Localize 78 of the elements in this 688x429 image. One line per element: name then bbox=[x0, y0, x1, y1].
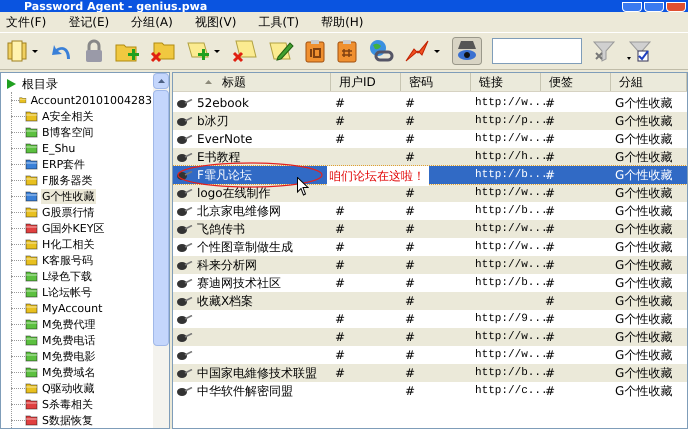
table-cell-text: # bbox=[405, 311, 416, 328]
table-cell-text: G个性收藏 bbox=[615, 347, 672, 364]
table-cell-text: # bbox=[405, 365, 416, 382]
table-cell-text: # bbox=[405, 203, 416, 220]
table-cell-text: # bbox=[405, 329, 416, 346]
table-cell-text: # bbox=[545, 239, 556, 256]
table-cell-text: # bbox=[545, 311, 556, 328]
table-cell-text: # bbox=[405, 95, 416, 112]
table-cell-text: G个性收藏 bbox=[615, 257, 672, 274]
table-cell-text: # bbox=[545, 347, 556, 364]
table-cell-text: # bbox=[335, 95, 346, 112]
table-cell-text: # bbox=[335, 275, 346, 292]
table-cell-text: # bbox=[545, 275, 556, 292]
table-cell-text: EverNote bbox=[197, 131, 252, 148]
table-cell-text: 中华软件解密同盟 bbox=[197, 383, 293, 400]
table-cell-text: # bbox=[335, 257, 346, 274]
table-cell-text: # bbox=[405, 131, 416, 148]
table-cell-text: G个性收藏 bbox=[615, 95, 672, 112]
table-cell-text: 52ebook bbox=[197, 95, 249, 112]
table-cell-text: G个性收藏 bbox=[615, 221, 672, 238]
table-cell-text: G个性收藏 bbox=[615, 383, 672, 400]
table-cell-text: 个性图章制做生成 bbox=[197, 239, 293, 256]
table-cell-text: 收藏X档案 bbox=[197, 293, 254, 310]
table-cell-text: # bbox=[545, 257, 556, 274]
table-cell-text: G个性收藏 bbox=[615, 275, 672, 292]
table-cell-text: G个性收藏 bbox=[615, 167, 672, 184]
table-cell-text: # bbox=[405, 221, 416, 238]
table-cell-text: # bbox=[335, 131, 346, 148]
annotation-callout: 咱们论坛在这啦！ bbox=[327, 166, 429, 186]
table-cell-text: E书教程 bbox=[197, 149, 241, 166]
table-cell-text: 赛迪网技术社区 bbox=[197, 275, 281, 292]
table-cell-text: 中国家电維修技术联盟 bbox=[197, 365, 317, 382]
table-cell-text: # bbox=[335, 365, 346, 382]
table-cell-text: # bbox=[545, 113, 556, 130]
table-cell-text: # bbox=[545, 203, 556, 220]
table-cell-text: # bbox=[405, 293, 416, 310]
table-cell-text: # bbox=[545, 329, 556, 346]
table-cell-text: # bbox=[405, 113, 416, 130]
table-cell-text: # bbox=[405, 275, 416, 292]
table-cell-text: # bbox=[335, 347, 346, 364]
table-cell-text: # bbox=[405, 239, 416, 256]
table-cell-text: # bbox=[405, 383, 416, 400]
table-cell-text: G个性收藏 bbox=[615, 131, 672, 148]
table-cell-text: # bbox=[545, 131, 556, 148]
table-cell-text: # bbox=[405, 257, 416, 274]
table-cell-text: G个性收藏 bbox=[615, 203, 672, 220]
table-cell-text: 科来分析网 bbox=[197, 257, 257, 274]
table-cell-text: b冰刃 bbox=[197, 113, 229, 130]
table-cell-text: G个性收藏 bbox=[615, 149, 672, 166]
table-cell-text: # bbox=[335, 311, 346, 328]
table-cell-text: # bbox=[545, 167, 556, 184]
window-title: Password Agent - genius.pwa bbox=[23, 1, 208, 12]
table-cell-text: # bbox=[335, 239, 346, 256]
table-cell-text: G个性收藏 bbox=[615, 293, 672, 310]
table-cell-text: # bbox=[545, 95, 556, 112]
table-cell-text: # bbox=[545, 383, 556, 400]
table-cell-text: # bbox=[335, 329, 346, 346]
table-cell-text: G个性收藏 bbox=[615, 311, 672, 328]
table-cell-text: # bbox=[335, 221, 346, 238]
table-cell-text: logo在线制作 bbox=[197, 185, 271, 202]
table-cell-text: # bbox=[545, 365, 556, 382]
table-cell-text: # bbox=[405, 185, 416, 202]
table-cell-text: F霏凡论坛 bbox=[197, 167, 252, 184]
table-cell-text: G个性收藏 bbox=[615, 239, 672, 256]
table-cell-text: # bbox=[405, 149, 416, 166]
table-cell-text: G个性收藏 bbox=[615, 365, 672, 382]
table-cell-text: # bbox=[545, 221, 556, 238]
table-cell-text: # bbox=[545, 293, 556, 310]
table-cell-text: G个性收藏 bbox=[615, 113, 672, 130]
table-cell-text: # bbox=[335, 203, 346, 220]
table-cell-text: G个性收藏 bbox=[615, 329, 672, 346]
table-cell-text: 飞鸽传书 bbox=[197, 221, 245, 238]
table-cell-text: G个性收藏 bbox=[615, 185, 672, 202]
table-cell-text: # bbox=[405, 347, 416, 364]
table-cell-text: 北京家电维修网 bbox=[197, 203, 281, 220]
table-cell-text: # bbox=[545, 149, 556, 166]
table-cell-text: # bbox=[545, 185, 556, 202]
table-cell-text: # bbox=[335, 113, 346, 130]
